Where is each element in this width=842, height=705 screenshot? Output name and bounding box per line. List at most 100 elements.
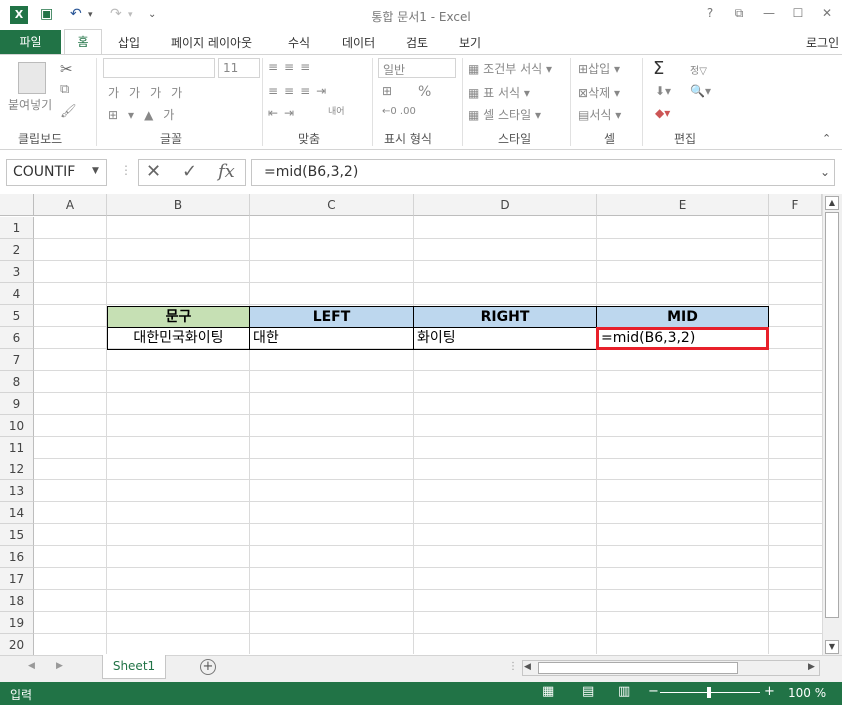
decimal-icons[interactable]: ←0 .00 <box>382 106 416 117</box>
sheet-tab-sheet1[interactable]: Sheet1 <box>102 655 166 679</box>
sign-in-link[interactable]: 로그인 <box>806 34 839 51</box>
cell-d5[interactable]: RIGHT <box>413 306 597 328</box>
cell-c5[interactable]: LEFT <box>249 306 414 328</box>
tab-home[interactable]: 홈 <box>64 29 102 55</box>
row-header[interactable]: 10 <box>0 414 34 437</box>
row-header[interactable]: 4 <box>0 282 34 305</box>
cell-e6[interactable]: =mid(B6,3,2) <box>596 327 769 350</box>
scroll-thumb[interactable] <box>825 212 839 618</box>
tab-view[interactable]: 보기 <box>459 34 481 51</box>
align-horizontal-icons[interactable]: ≡≡≡⇥ <box>268 84 332 98</box>
tab-formulas[interactable]: 수식 <box>288 34 310 51</box>
row-header[interactable]: 15 <box>0 524 34 547</box>
zoom-in-icon[interactable]: + <box>764 684 775 699</box>
worksheet[interactable] <box>0 193 842 655</box>
row-header[interactable]: 17 <box>0 568 34 591</box>
percent-icon[interactable]: % <box>418 84 431 100</box>
column-header-c[interactable]: C <box>250 194 414 216</box>
scroll-down-icon[interactable]: ▼ <box>825 640 839 654</box>
align-top-icons[interactable]: ≡≡≡ <box>268 60 316 74</box>
page-break-view-icon[interactable]: ▥ <box>618 684 630 699</box>
help-icon[interactable]: ? <box>700 6 720 20</box>
clear-icon[interactable]: ◆▾ <box>655 106 670 120</box>
row-header[interactable]: 13 <box>0 480 34 503</box>
number-format-select[interactable]: 일반 <box>378 58 456 78</box>
row-header[interactable]: 20 <box>0 634 34 657</box>
row-header[interactable]: 18 <box>0 590 34 613</box>
expand-formula-icon[interactable]: ⌄ <box>820 165 830 179</box>
column-header-b[interactable]: B <box>107 194 250 216</box>
cut-icon[interactable]: ✂ <box>60 60 73 78</box>
column-header-a[interactable]: A <box>34 194 107 216</box>
row-header[interactable]: 11 <box>0 436 34 459</box>
prev-sheet-icon[interactable]: ◀ <box>28 661 35 671</box>
normal-view-icon[interactable]: ▦ <box>542 684 554 699</box>
row-header[interactable]: 19 <box>0 612 34 635</box>
paste-button[interactable]: 붙여넣기 <box>8 96 52 113</box>
name-box-dropdown-icon[interactable]: ▼ <box>92 166 99 176</box>
cell-e5[interactable]: MID <box>596 306 769 328</box>
hscroll-left-icon[interactable]: ◀ <box>524 662 531 672</box>
row-header[interactable]: 2 <box>0 238 34 261</box>
format-as-table-button[interactable]: ▦ 표 서식 ▾ <box>468 84 530 101</box>
tab-page-layout[interactable]: 페이지 레이아웃 <box>171 34 252 51</box>
formula-input[interactable]: =mid(B6,3,2) <box>251 159 835 186</box>
cancel-icon[interactable]: ✕ <box>146 161 161 182</box>
font-size-select[interactable]: 11 <box>218 58 260 78</box>
row-header[interactable]: 14 <box>0 502 34 525</box>
collapse-ribbon-icon[interactable]: ⌃ <box>822 132 831 145</box>
format-cells-button[interactable]: ▤서식 ▾ <box>578 106 621 123</box>
next-sheet-icon[interactable]: ▶ <box>56 661 63 671</box>
column-header-d[interactable]: D <box>414 194 597 216</box>
minimize-icon[interactable]: — <box>759 6 779 20</box>
cell-d6[interactable]: 화이팅 <box>413 327 597 350</box>
conditional-format-button[interactable]: ▦ 조건부 서식 ▾ <box>468 60 552 77</box>
find-icon[interactable]: 🔍▾ <box>690 84 711 98</box>
row-header[interactable]: 7 <box>0 348 34 371</box>
row-header[interactable]: 16 <box>0 546 34 569</box>
row-header[interactable]: 12 <box>0 458 34 481</box>
cell-b5[interactable]: 문구 <box>107 306 250 328</box>
hscroll-thumb[interactable] <box>538 662 738 674</box>
format-painter-icon[interactable]: 🖌 <box>60 104 77 119</box>
copy-icon[interactable]: ⧉ <box>60 82 69 97</box>
wrap-text-button[interactable]: 내어 <box>328 104 345 117</box>
delete-cells-button[interactable]: ⊠삭제 ▾ <box>578 84 620 101</box>
cell-b6[interactable]: 대한민국화이팅 <box>107 327 250 350</box>
font-name-select[interactable] <box>103 58 215 78</box>
zoom-out-icon[interactable]: − <box>648 684 659 699</box>
paste-icon[interactable] <box>18 62 46 94</box>
tab-file[interactable]: 파일 <box>0 30 61 54</box>
zoom-slider-thumb[interactable] <box>707 687 711 698</box>
row-header[interactable]: 5 <box>0 304 34 327</box>
row-header[interactable]: 8 <box>0 370 34 393</box>
currency-icon[interactable]: ⊞ <box>382 84 392 98</box>
column-header-f[interactable]: F <box>769 194 822 216</box>
fill-icon[interactable]: ⬇▾ <box>655 84 671 98</box>
scroll-up-icon[interactable]: ▲ <box>825 196 839 210</box>
sort-filter-button[interactable]: 정▽ <box>690 62 707 77</box>
column-header-e[interactable]: E <box>597 194 769 216</box>
autosum-button[interactable]: Σ <box>653 58 664 79</box>
page-layout-view-icon[interactable]: ▤ <box>582 684 594 699</box>
enter-icon[interactable]: ✓ <box>182 161 197 182</box>
row-header[interactable]: 9 <box>0 392 34 415</box>
hscroll-right-icon[interactable]: ▶ <box>808 662 815 672</box>
row-header[interactable]: 1 <box>0 217 34 239</box>
insert-cells-button[interactable]: ⊞삽입 ▾ <box>578 60 620 77</box>
tab-insert[interactable]: 삽입 <box>118 34 140 51</box>
cell-c6[interactable]: 대한 <box>249 327 414 350</box>
cell-styles-button[interactable]: ▦ 셀 스타일 ▾ <box>468 106 541 123</box>
tab-split-icon[interactable]: ⋮ <box>508 661 518 672</box>
tab-data[interactable]: 데이터 <box>342 34 375 51</box>
border-fill-icons[interactable]: ⊞▾▲가 <box>108 106 184 123</box>
close-icon[interactable]: ✕ <box>817 6 837 20</box>
add-sheet-icon[interactable]: + <box>200 659 216 675</box>
maximize-icon[interactable]: ☐ <box>788 6 808 20</box>
insert-function-button[interactable]: fx <box>218 161 235 182</box>
row-header[interactable]: 3 <box>0 260 34 283</box>
font-format-icons[interactable]: 가가가가 <box>108 84 192 101</box>
indent-icons[interactable]: ⇤⇥ <box>268 106 300 120</box>
select-all-button[interactable] <box>0 194 34 216</box>
row-header[interactable]: 6 <box>0 326 34 349</box>
